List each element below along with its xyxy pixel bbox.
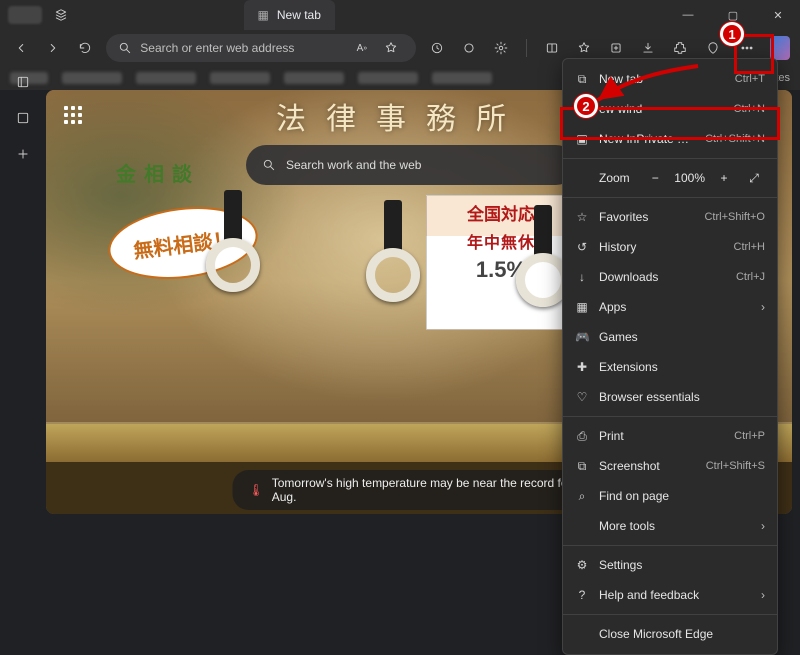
title-bar: ▦ New tab — ▢ ✕	[0, 0, 800, 30]
shield-icon[interactable]	[426, 35, 448, 61]
menu-item-essentials[interactable]: ♡Browser essentials	[563, 382, 777, 412]
chevron-right-icon: ›	[761, 300, 765, 314]
download-icon: ↓	[575, 270, 589, 284]
forward-button[interactable]	[42, 35, 64, 61]
background-green-text: 金相談	[116, 158, 200, 187]
help-icon: ?	[575, 588, 589, 602]
search-icon	[118, 41, 132, 55]
bookmark-item[interactable]	[210, 72, 270, 84]
tab-page-icon: ▦	[258, 8, 269, 22]
train-handle-icon	[206, 190, 260, 305]
bookmark-item[interactable]	[432, 72, 492, 84]
menu-item-history[interactable]: ↺HistoryCtrl+H	[563, 232, 777, 262]
menu-item-more-tools[interactable]: More tools›	[563, 511, 777, 541]
apps-icon: ▦	[575, 300, 589, 314]
menu-item-apps[interactable]: ▦Apps›	[563, 292, 777, 322]
favorite-star-button[interactable]	[378, 35, 404, 61]
zoom-out-button[interactable]: −	[644, 167, 666, 189]
annotation-step-2: 2	[574, 94, 598, 118]
menu-item-print[interactable]: ⎙PrintCtrl+P	[563, 421, 777, 451]
menu-separator	[563, 197, 777, 198]
settings-menu: ⧉ New tab Ctrl+T ▭ ew wind Ctrl+N ▣ New …	[562, 58, 778, 655]
address-bar[interactable]: Search or enter web address A»	[106, 34, 416, 62]
sidebar-add[interactable]	[9, 140, 37, 168]
read-aloud-button[interactable]: A»	[349, 35, 375, 61]
ntp-search-box[interactable]: Search work and the web	[246, 145, 576, 185]
bookmark-item[interactable]	[136, 72, 196, 84]
vertical-sidebar	[4, 64, 42, 168]
menu-separator	[563, 545, 777, 546]
zoom-in-button[interactable]: +	[713, 167, 735, 189]
annotation-step-1: 1	[720, 22, 744, 46]
active-tab[interactable]: ▦ New tab	[244, 0, 335, 30]
address-placeholder: Search or enter web address	[140, 41, 294, 55]
sidebar-toggle[interactable]	[9, 104, 37, 132]
performance-icon[interactable]	[490, 35, 512, 61]
menu-item-zoom: Zoom − 100% + ⤢	[563, 163, 777, 193]
bookmark-item[interactable]	[62, 72, 122, 84]
fullscreen-button[interactable]: ⤢	[743, 167, 765, 189]
menu-item-favorites[interactable]: ☆FavoritesCtrl+Shift+O	[563, 202, 777, 232]
chevron-right-icon: ›	[761, 519, 765, 533]
ntp-search-placeholder: Search work and the web	[286, 158, 421, 172]
zoom-value: 100%	[674, 171, 705, 185]
heart-icon: ♡	[575, 390, 589, 404]
star-icon: ☆	[575, 210, 589, 224]
active-tab-title: New tab	[277, 8, 321, 22]
find-icon: ⌕	[575, 489, 589, 504]
menu-item-extensions[interactable]: ✚Extensions	[563, 352, 777, 382]
train-handle-icon	[366, 200, 420, 315]
games-icon: 🎮	[575, 330, 589, 344]
new-tab-icon: ⧉	[575, 72, 589, 87]
puzzle-icon: ✚	[575, 360, 589, 374]
toolbar-divider	[526, 39, 527, 57]
menu-item-settings[interactable]: ⚙Settings	[563, 550, 777, 580]
weather-text: Tomorrow's high temperature may be near …	[272, 476, 590, 504]
menu-item-help[interactable]: ?Help and feedback›	[563, 580, 777, 610]
print-icon: ⎙	[575, 429, 589, 444]
weather-info-pill[interactable]: 🌡 Tomorrow's high temperature may be nea…	[233, 470, 606, 510]
menu-separator	[563, 416, 777, 417]
bookmark-item[interactable]	[284, 72, 344, 84]
sidebar-tab-actions[interactable]	[9, 68, 37, 96]
chevron-right-icon: ›	[761, 588, 765, 602]
app-launcher-button[interactable]	[60, 102, 86, 128]
window-close-button[interactable]: ✕	[756, 0, 800, 30]
history-icon: ↺	[575, 240, 589, 254]
menu-separator	[563, 158, 777, 159]
menu-item-games[interactable]: 🎮Games	[563, 322, 777, 352]
screenshot-icon: ⧉	[575, 459, 589, 474]
thermometer-icon: 🌡	[249, 483, 264, 497]
refresh-button[interactable]	[74, 35, 96, 61]
menu-item-screenshot[interactable]: ⧉ScreenshotCtrl+Shift+S	[563, 451, 777, 481]
window-minimize-button[interactable]: —	[666, 0, 710, 30]
bookmark-item[interactable]	[358, 72, 418, 84]
menu-separator	[563, 614, 777, 615]
back-button[interactable]	[10, 35, 32, 61]
profile-tab-blurred	[8, 6, 42, 24]
gear-icon: ⚙	[575, 558, 589, 572]
menu-item-downloads[interactable]: ↓DownloadsCtrl+J	[563, 262, 777, 292]
search-icon	[262, 158, 276, 172]
menu-item-close-browser[interactable]: Close Microsoft Edge	[563, 619, 777, 649]
split-screen-icon[interactable]	[541, 35, 563, 61]
workspaces-icon[interactable]	[52, 6, 70, 24]
background-sign-text: 法律事務所	[276, 94, 526, 138]
rewards-icon[interactable]	[458, 35, 480, 61]
menu-item-find[interactable]: ⌕Find on page	[563, 481, 777, 511]
